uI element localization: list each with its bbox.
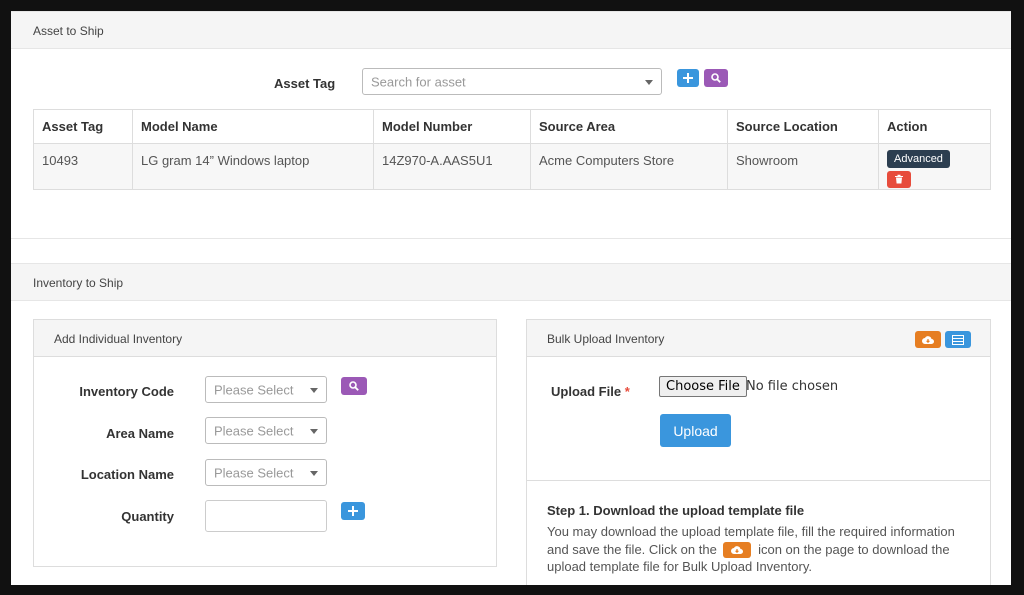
search-inventory-button[interactable] xyxy=(341,377,367,395)
cell-model-number: 14Z970-A.AAS5U1 xyxy=(373,143,531,190)
area-name-placeholder: Please Select xyxy=(214,423,294,438)
trash-icon xyxy=(895,174,903,184)
col-source-area: Source Area xyxy=(530,109,728,144)
quantity-input[interactable] xyxy=(205,500,327,532)
chevron-down-icon xyxy=(645,79,653,85)
search-icon xyxy=(349,381,359,391)
inventory-section-title: Inventory to Ship xyxy=(33,276,124,290)
bulk-divider xyxy=(527,480,990,481)
col-model-name: Model Name xyxy=(132,109,374,144)
bulk-panel-header: Bulk Upload Inventory xyxy=(527,320,990,357)
inventory-section-header: Inventory to Ship xyxy=(11,263,1011,301)
inventory-code-select[interactable]: Please Select xyxy=(205,376,327,403)
area-name-select[interactable]: Please Select xyxy=(205,417,327,444)
bulk-upload-panel: Bulk Upload Inventory Upload File * Choo… xyxy=(526,319,991,585)
location-name-label: Location Name xyxy=(80,467,174,482)
cell-asset-tag: 10493 xyxy=(33,143,133,190)
asset-section-header: Asset to Ship xyxy=(11,11,1011,49)
no-file-text: No file chosen xyxy=(746,379,839,394)
plus-icon xyxy=(683,73,693,83)
download-template-button[interactable] xyxy=(915,331,941,348)
delete-asset-button[interactable] xyxy=(887,171,911,188)
advanced-button[interactable]: Advanced xyxy=(887,150,950,168)
cloud-download-icon xyxy=(723,542,752,559)
inventory-code-label: Inventory Code xyxy=(79,384,174,399)
individual-panel-title: Add Individual Inventory xyxy=(54,332,183,346)
col-model-number: Model Number xyxy=(373,109,531,144)
col-source-location: Source Location xyxy=(727,109,879,144)
cell-model-name: LG gram 14” Windows laptop xyxy=(132,143,374,190)
view-list-button[interactable] xyxy=(945,331,971,348)
asset-search-placeholder: Search for asset xyxy=(371,74,466,89)
search-asset-button[interactable] xyxy=(704,69,728,87)
page-frame: Asset to Ship Asset Tag Search for asset… xyxy=(11,11,1011,585)
location-name-placeholder: Please Select xyxy=(214,465,294,480)
col-asset-tag: Asset Tag xyxy=(33,109,133,144)
area-name-label: Area Name xyxy=(106,426,174,441)
search-icon xyxy=(711,73,721,83)
plus-icon xyxy=(348,506,358,516)
table-row: 10493 LG gram 14” Windows laptop 14Z970-… xyxy=(33,143,991,190)
step1-title: Step 1. Download the upload template fil… xyxy=(547,503,805,518)
required-mark: * xyxy=(624,384,630,399)
asset-tag-label: Asset Tag xyxy=(274,76,336,91)
cloud-download-icon xyxy=(922,335,934,344)
asset-search-select[interactable]: Search for asset xyxy=(362,68,662,95)
list-icon xyxy=(952,334,964,345)
inventory-code-placeholder: Please Select xyxy=(214,382,294,397)
asset-table: Asset Tag Model Name Model Number Source… xyxy=(33,109,991,190)
individual-panel-header: Add Individual Inventory xyxy=(34,320,496,357)
add-asset-button[interactable] xyxy=(677,69,699,87)
upload-button[interactable]: Upload xyxy=(660,414,731,447)
asset-section-title: Asset to Ship xyxy=(33,24,104,38)
cell-source-location: Showroom xyxy=(727,143,879,190)
upload-file-label-text: Upload File xyxy=(551,384,622,399)
upload-file-label: Upload File * xyxy=(551,384,630,399)
add-inventory-button[interactable] xyxy=(341,502,365,520)
chevron-down-icon xyxy=(310,470,318,476)
col-action: Action xyxy=(878,109,991,144)
chevron-down-icon xyxy=(310,387,318,393)
bulk-panel-title: Bulk Upload Inventory xyxy=(547,332,665,346)
quantity-label: Quantity xyxy=(121,509,174,524)
cell-source-area: Acme Computers Store xyxy=(530,143,728,190)
choose-file-button[interactable]: Choose File xyxy=(659,376,747,397)
step1-text: You may download the upload template fil… xyxy=(547,523,977,576)
section-divider xyxy=(11,238,1011,239)
location-name-select[interactable]: Please Select xyxy=(205,459,327,486)
cell-action: Advanced xyxy=(878,143,991,190)
table-header-row: Asset Tag Model Name Model Number Source… xyxy=(33,109,991,144)
chevron-down-icon xyxy=(310,428,318,434)
individual-inventory-panel: Add Individual Inventory Inventory Code … xyxy=(33,319,497,567)
